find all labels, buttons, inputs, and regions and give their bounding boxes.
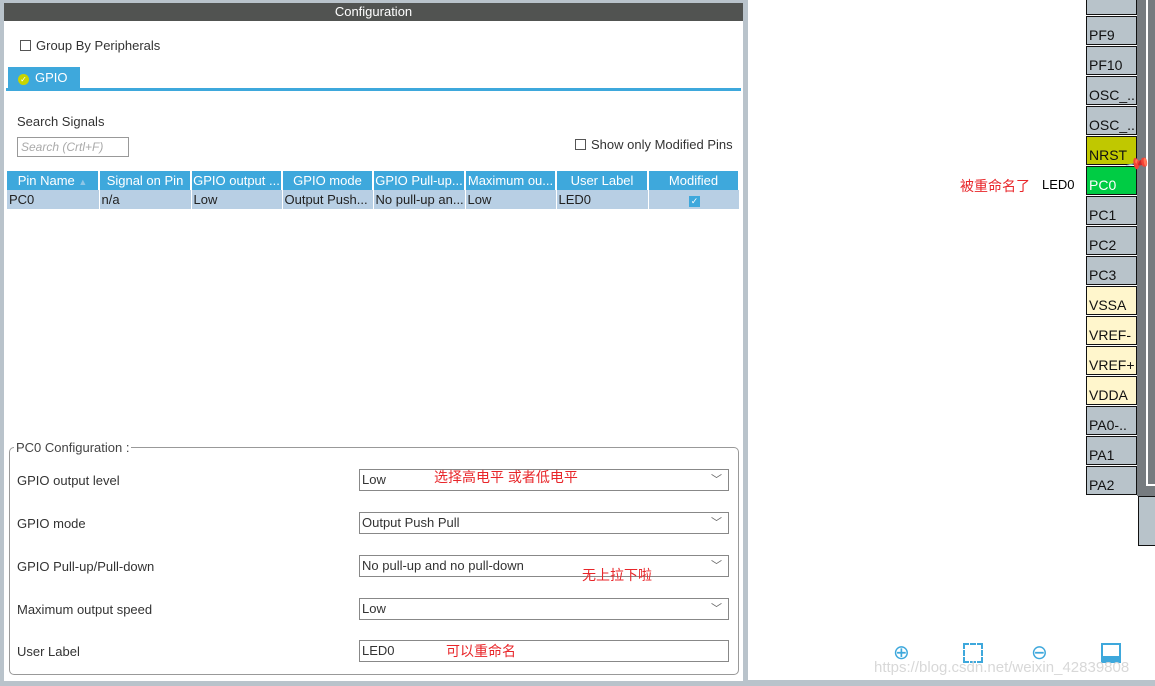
table-header: Pin Name ▲ Signal on Pin GPIO output ...… bbox=[7, 171, 740, 190]
bottom-bar bbox=[748, 680, 1155, 686]
show-modified-checkbox[interactable]: Show only Modified Pins bbox=[575, 137, 733, 152]
table-row[interactable]: PC0 n/a Low Output Push... No pull-up an… bbox=[7, 190, 740, 209]
pc0-configuration-legend: PC0 Configuration : bbox=[14, 440, 132, 455]
chip-outline bbox=[1146, 0, 1148, 485]
chevron-down-icon: ﹀ bbox=[711, 560, 722, 572]
pin-pf10[interactable]: PF10 bbox=[1086, 46, 1137, 75]
sort-icon[interactable]: ▲ bbox=[78, 177, 87, 187]
pin-pc2[interactable]: PC2 bbox=[1086, 226, 1137, 255]
annotation-pull: 无上拉下啦 bbox=[582, 567, 652, 583]
speed-select[interactable]: Low ﹀ bbox=[359, 598, 729, 620]
pin-pc1[interactable]: PC1 bbox=[1086, 196, 1137, 225]
user-label-input[interactable]: LED0 bbox=[359, 640, 729, 662]
col-pin-name[interactable]: Pin Name ▲ bbox=[7, 171, 100, 190]
pin-table: Pin Name ▲ Signal on Pin GPIO output ...… bbox=[7, 171, 740, 209]
chevron-down-icon: ﹀ bbox=[711, 517, 722, 529]
tab-label: GPIO bbox=[35, 70, 68, 85]
pin-bottom[interactable] bbox=[1138, 496, 1155, 546]
search-signals-label: Search Signals bbox=[17, 114, 105, 129]
pin-vdda[interactable]: VDDA bbox=[1086, 376, 1137, 405]
cell-mode: Output Push... bbox=[282, 190, 374, 209]
tab-underline bbox=[6, 88, 741, 91]
chevron-down-icon: ﹀ bbox=[711, 603, 722, 615]
pin-pc3[interactable]: PC3 bbox=[1086, 256, 1137, 285]
pin-osc[interactable]: OSC_.. bbox=[1086, 76, 1137, 105]
pin-vref[interactable]: VREF+ bbox=[1086, 346, 1137, 375]
cell-pin: PC0 bbox=[7, 190, 100, 209]
col-speed[interactable]: Maximum ou... bbox=[465, 171, 557, 190]
gpio-mode-label: GPIO mode bbox=[17, 516, 86, 531]
modified-checkbox-icon[interactable]: ✓ bbox=[689, 196, 700, 207]
configuration-panel: Configuration Group By Peripherals ✓ GPIO… bbox=[4, 3, 743, 681]
checkbox-icon[interactable] bbox=[575, 139, 586, 150]
watermark: https://blog.csdn.net/weixin_42839808 bbox=[874, 659, 1130, 676]
tab-gpio[interactable]: ✓ GPIO bbox=[8, 67, 80, 89]
pin-vssa[interactable]: VSSA bbox=[1086, 286, 1137, 315]
cell-pull: No pull-up an... bbox=[373, 190, 466, 209]
group-by-label: Group By Peripherals bbox=[36, 38, 161, 53]
pull-select[interactable]: No pull-up and no pull-down ﹀ bbox=[359, 555, 729, 577]
cell-output: Low bbox=[191, 190, 283, 209]
col-user-label[interactable]: User Label bbox=[556, 171, 649, 190]
col-mode[interactable]: GPIO mode bbox=[282, 171, 374, 190]
left-pane: Configuration Group By Peripherals ✓ GPIO… bbox=[0, 0, 748, 686]
pin-osc[interactable]: OSC_.. bbox=[1086, 106, 1137, 135]
col-pull[interactable]: GPIO Pull-up... bbox=[373, 171, 466, 190]
annotation-label: 可以重命名 bbox=[446, 643, 516, 659]
annotation-level: 选择高电平 或者低电平 bbox=[434, 469, 578, 485]
pull-label: GPIO Pull-up/Pull-down bbox=[17, 559, 155, 574]
pin-pa0[interactable]: PA0-.. bbox=[1086, 406, 1137, 435]
cell-signal: n/a bbox=[99, 190, 192, 209]
annotation-renamed: 被重命名了 bbox=[960, 178, 1030, 194]
pin-partial[interactable] bbox=[1086, 0, 1137, 15]
pin-vref[interactable]: VREF- bbox=[1086, 316, 1137, 345]
panel-title: Configuration bbox=[4, 3, 743, 21]
col-modified[interactable]: Modified bbox=[648, 171, 740, 190]
checkbox-icon[interactable] bbox=[20, 40, 31, 51]
output-level-label: GPIO output level bbox=[17, 473, 120, 488]
search-input[interactable]: Search (Crtl+F) bbox=[17, 137, 129, 157]
pin-pa1[interactable]: PA1 bbox=[1086, 436, 1137, 465]
col-signal[interactable]: Signal on Pin bbox=[99, 171, 192, 190]
check-circle-icon: ✓ bbox=[18, 74, 29, 85]
chip-outline-corner bbox=[1146, 484, 1155, 486]
pin-label-led0: LED0 bbox=[1042, 177, 1075, 192]
col-output[interactable]: GPIO output ... bbox=[191, 171, 283, 190]
gpio-mode-select[interactable]: Output Push Pull ﹀ bbox=[359, 512, 729, 534]
cell-user-label: LED0 bbox=[556, 190, 649, 209]
speed-label: Maximum output speed bbox=[17, 602, 153, 617]
group-by-peripherals-checkbox[interactable]: Group By Peripherals bbox=[20, 38, 160, 53]
chevron-down-icon: ﹀ bbox=[711, 474, 722, 486]
cell-modified: ✓ bbox=[648, 190, 740, 209]
user-label-label: User Label bbox=[17, 644, 80, 659]
pin-pa2[interactable]: PA2 bbox=[1086, 466, 1137, 495]
cell-speed: Low bbox=[465, 190, 557, 209]
show-modified-label: Show only Modified Pins bbox=[591, 137, 733, 152]
pin-pf9[interactable]: PF9 bbox=[1086, 16, 1137, 45]
